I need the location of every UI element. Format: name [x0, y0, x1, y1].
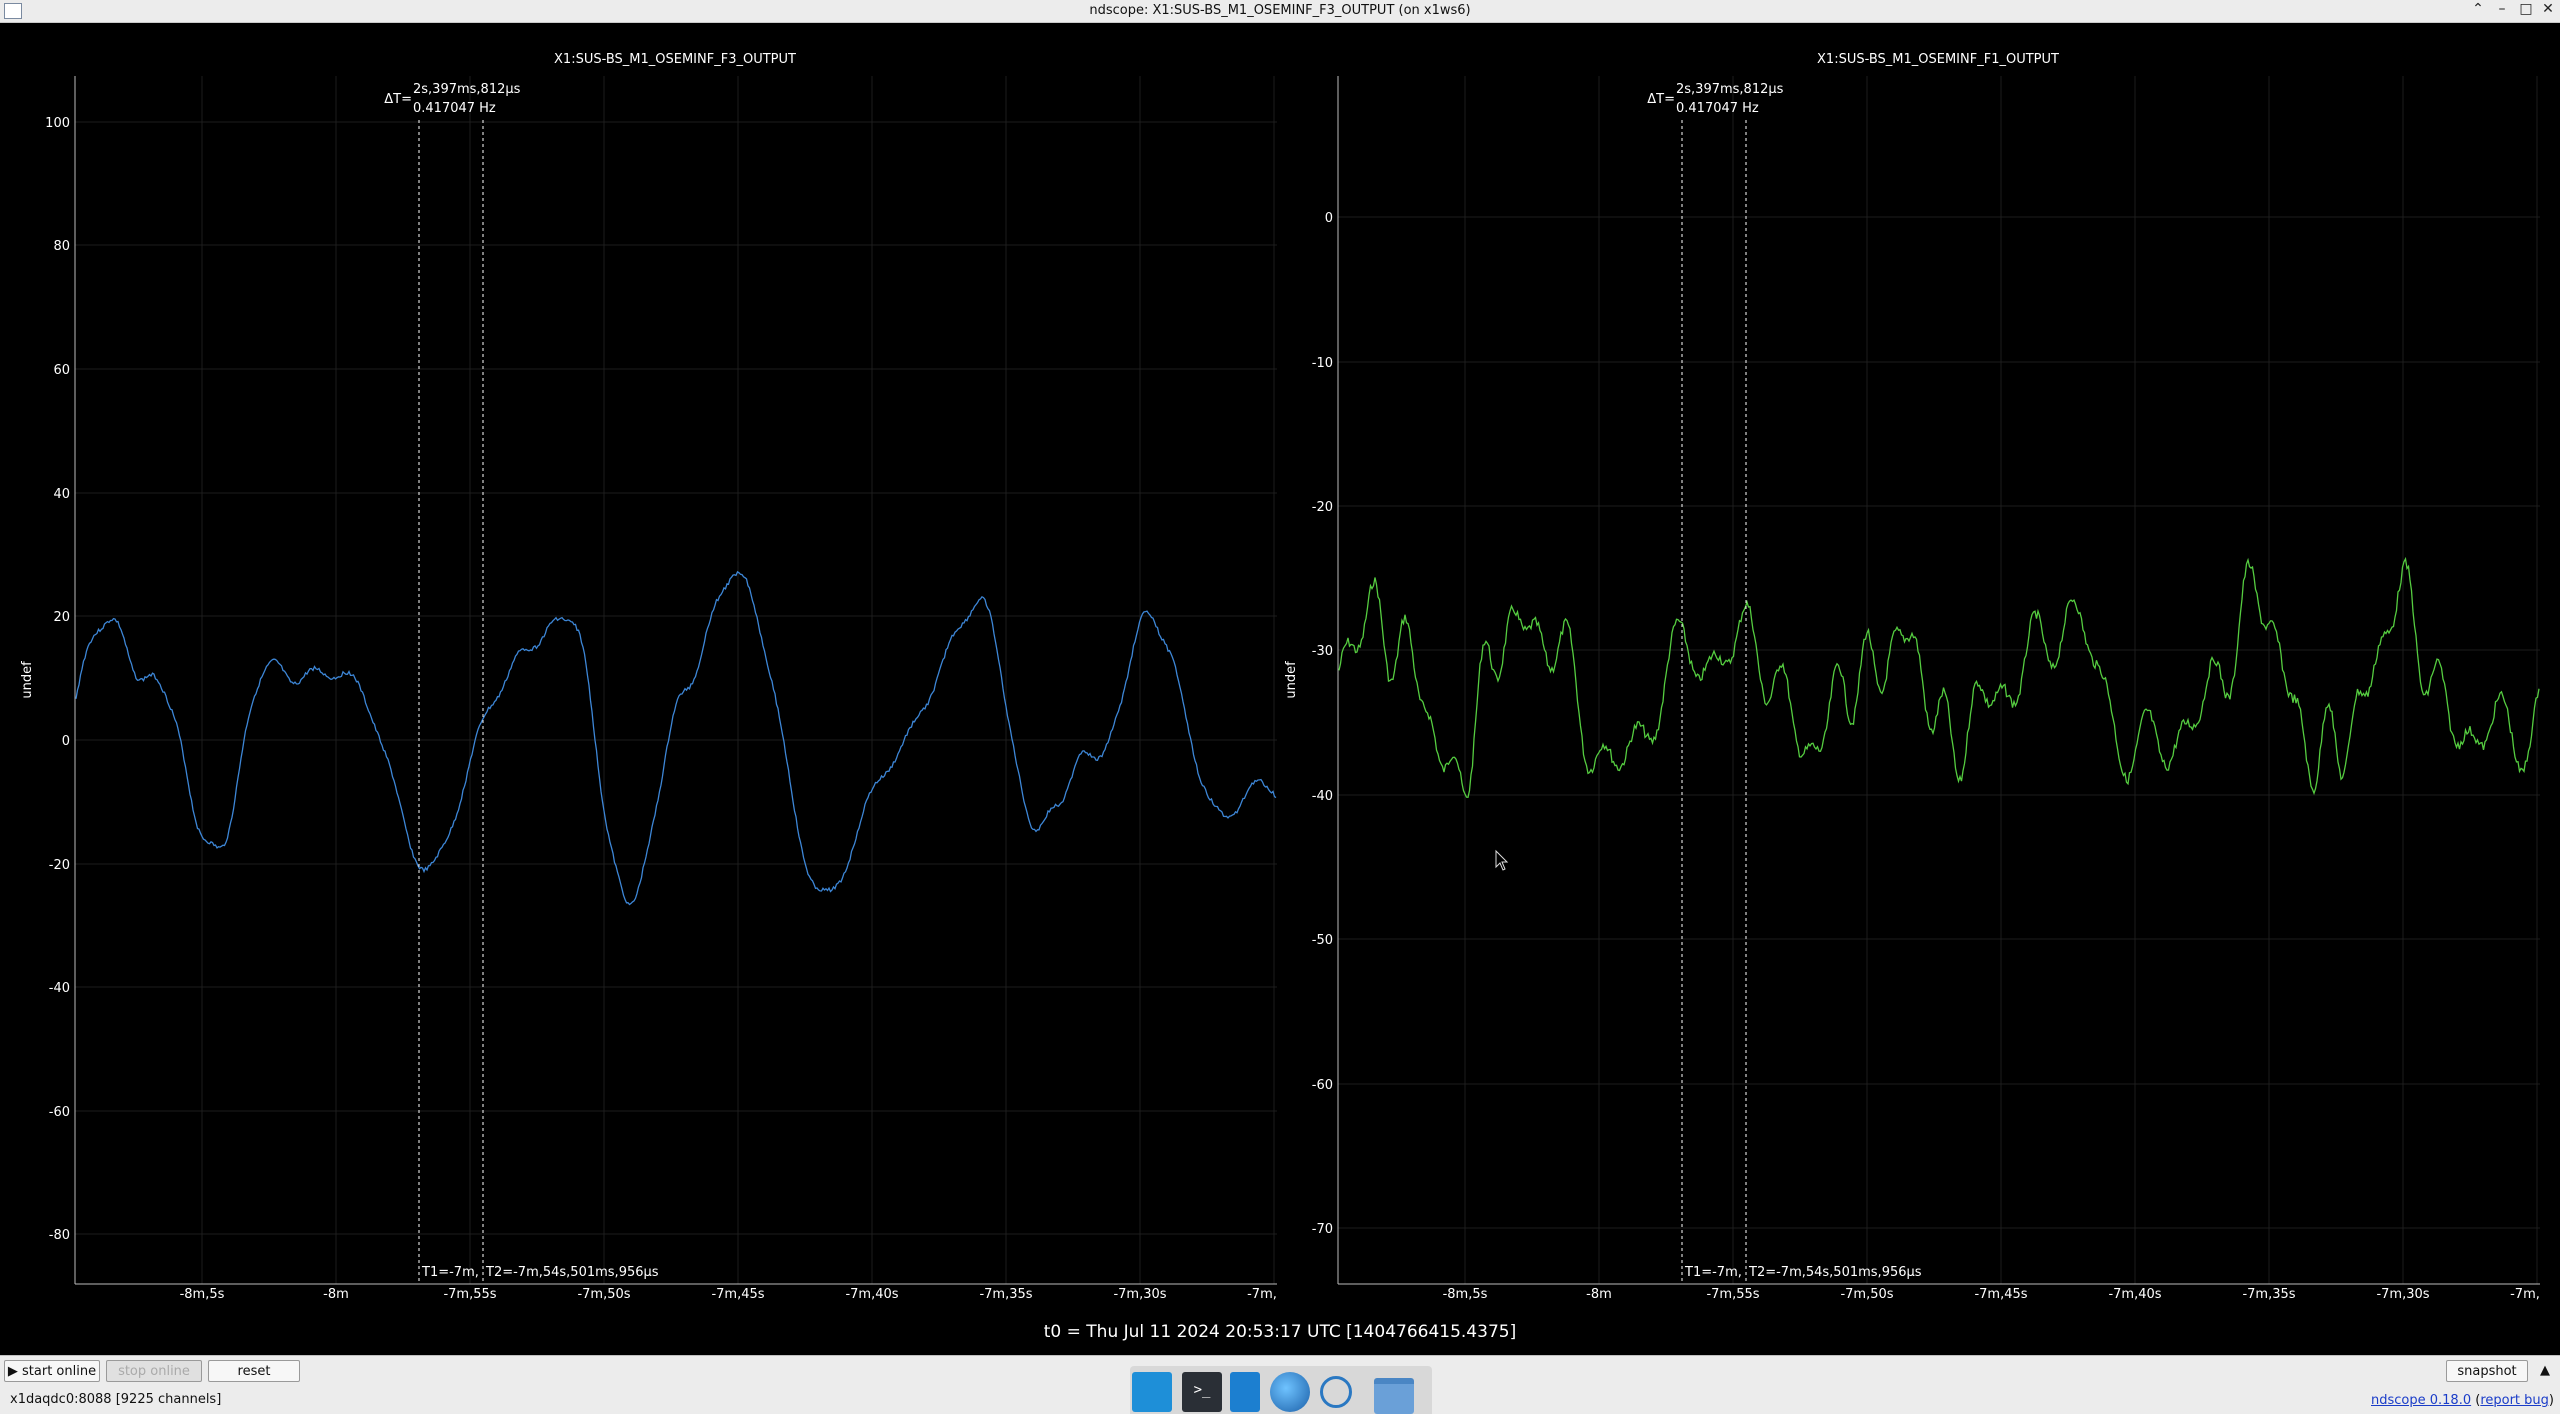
y-tick-label: -20	[1312, 500, 1333, 515]
signal-trace	[75, 570, 1277, 906]
window-titlebar: ndscope: X1:SUS-BS_M1_OSEMINF_F3_OUTPUT …	[0, 0, 2560, 23]
x-tick-label: -7m,30s	[1113, 1287, 1166, 1302]
cursor-delta-label: ΔT=	[384, 92, 412, 107]
y-tick-label: -80	[49, 1228, 70, 1243]
x-tick-label: -7m,40s	[2108, 1287, 2161, 1302]
terminal-icon[interactable]: >_	[1182, 1372, 1222, 1412]
cursor-t2-label: T2=-7m,54s,501ms,956µs	[1748, 1265, 1922, 1280]
y-tick-label: -20	[49, 858, 70, 873]
y-tick-label: 0	[62, 734, 70, 749]
y-tick-labels: 0 -10 -20 -30 -40 -50 -60 -70	[1312, 211, 1333, 1237]
y-tick-label: -60	[49, 1105, 70, 1120]
grid	[75, 76, 1277, 1284]
cursor-delta-time: 2s,397ms,812µs	[413, 82, 521, 97]
version-info: ndscope 0.18.0 (report bug)	[2371, 1393, 2554, 1408]
cursor-delta-time: 2s,397ms,812µs	[1676, 82, 1784, 97]
mouse-cursor-icon	[1495, 849, 1509, 871]
x-tick-label: -8m	[323, 1287, 349, 1302]
version-paren-close: )	[2548, 1393, 2554, 1408]
report-bug-link[interactable]: report bug	[2480, 1393, 2549, 1408]
x-tick-label: -7m,55s	[443, 1287, 496, 1302]
plot-f1[interactable]: X1:SUS-BS_M1_OSEMINF_F1_OUTPUT undef 0 -…	[1284, 52, 2540, 1302]
window-title: ndscope: X1:SUS-BS_M1_OSEMINF_F3_OUTPUT …	[1089, 3, 1471, 18]
server-status: x1daqdc0:8088 [9225 channels]	[10, 1392, 222, 1407]
cursor-delta-label: ΔT=	[1647, 92, 1675, 107]
cursor-t1-label: T1=-7m,	[421, 1265, 479, 1280]
cursor-t1-label: T1=-7m,	[1684, 1265, 1742, 1280]
y-tick-label: -50	[1312, 933, 1333, 948]
y-tick-label: -10	[1312, 356, 1333, 371]
x-tick-label: -7m,35s	[2242, 1287, 2295, 1302]
y-axis-label: undef	[1284, 661, 1299, 699]
x-tick-label: -7m,50s	[577, 1287, 630, 1302]
browser-icon[interactable]	[1270, 1372, 1310, 1412]
y-tick-label: 100	[45, 116, 70, 131]
plot-title: X1:SUS-BS_M1_OSEMINF_F3_OUTPUT	[554, 52, 796, 67]
shade-button[interactable]: ⌃	[2468, 1, 2488, 17]
x-tick-label: -7m,40s	[845, 1287, 898, 1302]
taskbar: >_	[1130, 1366, 1432, 1414]
y-tick-label: -30	[1312, 644, 1333, 659]
maximize-button[interactable]: □	[2516, 1, 2536, 17]
close-button[interactable]: ✕	[2538, 1, 2558, 17]
control-bar: ▶ start online stop online reset x1daqdc…	[0, 1355, 2560, 1414]
plot-f3[interactable]: X1:SUS-BS_M1_OSEMINF_F3_OUTPUT undef 100…	[20, 52, 1277, 1302]
y-tick-label: 0	[1325, 211, 1333, 226]
version-link[interactable]: ndscope 0.18.0	[2371, 1393, 2471, 1408]
x-tick-label: -7m,45s	[711, 1287, 764, 1302]
x-tick-label: -8m,5s	[1443, 1287, 1488, 1302]
cursor-delta-freq: 0.417047 Hz	[413, 101, 496, 116]
x-tick-label: -8m,5s	[180, 1287, 225, 1302]
y-tick-label: 20	[53, 610, 70, 625]
x-tick-label: -7m,35s	[979, 1287, 1032, 1302]
plot-area: X1:SUS-BS_M1_OSEMINF_F3_OUTPUT undef 100…	[0, 23, 2560, 1355]
y-tick-label: -70	[1312, 1222, 1333, 1237]
minimize-button[interactable]: –	[2492, 1, 2512, 17]
t0-label: t0 = Thu Jul 11 2024 20:53:17 UTC [14047…	[1043, 1322, 1517, 1342]
stop-online-button[interactable]: stop online	[106, 1360, 202, 1382]
search-icon[interactable]	[1320, 1376, 1352, 1408]
desktop-icon[interactable]	[1132, 1372, 1172, 1412]
folder-icon[interactable]	[1374, 1378, 1414, 1414]
editor-icon[interactable]	[1230, 1372, 1260, 1412]
x-tick-label: -7m,	[1247, 1287, 1277, 1302]
x-tick-label: -7m,30s	[2376, 1287, 2429, 1302]
reset-button[interactable]: reset	[208, 1360, 300, 1382]
start-online-button[interactable]: ▶ start online	[4, 1360, 100, 1382]
grid	[1338, 76, 2540, 1284]
x-tick-label: -7m,50s	[1840, 1287, 1893, 1302]
x-tick-labels: -8m,5s -8m -7m,55s -7m,50s -7m,45s -7m,4…	[180, 1287, 1277, 1302]
y-tick-labels: 100 80 60 40 20 0 -20 -40 -60 -80	[45, 116, 70, 1243]
y-tick-label: 40	[53, 487, 70, 502]
y-tick-label: -40	[49, 981, 70, 996]
version-paren-open: (	[2471, 1393, 2481, 1408]
expand-button[interactable]: ▲	[2534, 1360, 2556, 1382]
x-tick-label: -7m,	[2510, 1287, 2540, 1302]
plot-title: X1:SUS-BS_M1_OSEMINF_F1_OUTPUT	[1817, 52, 2059, 67]
y-tick-label: 60	[53, 363, 70, 378]
snapshot-button[interactable]: snapshot	[2446, 1360, 2528, 1382]
x-tick-label: -7m,55s	[1706, 1287, 1759, 1302]
y-axis-label: undef	[20, 661, 35, 699]
signal-trace	[1338, 556, 2540, 799]
x-tick-label: -7m,45s	[1974, 1287, 2027, 1302]
cursor-delta-freq: 0.417047 Hz	[1676, 101, 1759, 116]
y-tick-label: 80	[53, 239, 70, 254]
cursor-t2-label: T2=-7m,54s,501ms,956µs	[485, 1265, 659, 1280]
y-tick-label: -40	[1312, 789, 1333, 804]
x-tick-labels: -8m,5s -8m -7m,55s -7m,50s -7m,45s -7m,4…	[1443, 1287, 2540, 1302]
y-tick-label: -60	[1312, 1078, 1333, 1093]
x-tick-label: -8m	[1586, 1287, 1612, 1302]
